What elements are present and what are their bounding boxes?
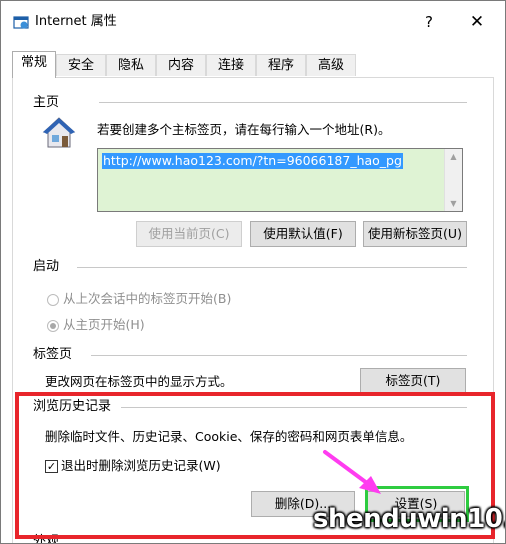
radio-homepage-label: 从主页开始(H) bbox=[63, 317, 145, 332]
tab-general[interactable]: 常规 bbox=[12, 51, 56, 78]
tab-programs[interactable]: 程序 bbox=[256, 54, 306, 76]
tabs-divider bbox=[91, 355, 467, 356]
startup-section-title: 启动 bbox=[33, 259, 60, 274]
tabs-settings-button[interactable]: 标签页(T) bbox=[360, 368, 466, 394]
radio-last-session-label: 从上次会话中的标签页开始(B) bbox=[63, 291, 232, 306]
tabs-description: 更改网页在标签页中的显示方式。 bbox=[45, 374, 233, 389]
homepage-url-textarea[interactable]: http://www.hao123.com/?tn=96066187_hao_p… bbox=[97, 148, 463, 212]
use-new-tab-button[interactable]: 使用新标签页(U) bbox=[363, 221, 467, 247]
tab-connections[interactable]: 连接 bbox=[206, 54, 256, 76]
startup-divider bbox=[77, 267, 467, 268]
homepage-url-value: http://www.hao123.com/?tn=96066187_hao_p… bbox=[102, 153, 403, 169]
homepage-instruction: 若要创建多个主标签页，请在每行输入一个地址(R)。 bbox=[97, 122, 391, 137]
homepage-section-title: 主页 bbox=[33, 95, 60, 110]
close-icon[interactable]: ✕ bbox=[465, 10, 489, 34]
tab-privacy[interactable]: 隐私 bbox=[106, 54, 156, 76]
window-title: Internet 属性 bbox=[35, 14, 117, 29]
tab-security[interactable]: 安全 bbox=[56, 54, 106, 76]
use-current-button[interactable]: 使用当前页(C) bbox=[136, 221, 242, 247]
site-watermark: shenduwin10.com bbox=[313, 504, 505, 534]
tab-advanced[interactable]: 高级 bbox=[306, 54, 356, 76]
tabs-section-title: 标签页 bbox=[33, 347, 73, 362]
help-button[interactable]: ? bbox=[417, 10, 441, 34]
radio-homepage[interactable] bbox=[47, 320, 59, 332]
internet-properties-dialog: Internet 属性 ? ✕ 常规 安全 隐私 内容 连接 程序 高级 主页 … bbox=[0, 0, 506, 544]
radio-last-session[interactable] bbox=[47, 294, 59, 306]
internet-options-icon bbox=[13, 16, 29, 29]
use-default-button[interactable]: 使用默认值(F) bbox=[250, 221, 356, 247]
house-icon bbox=[42, 117, 76, 148]
pointer-arrow-icon bbox=[323, 450, 381, 494]
url-scrollbar[interactable]: ▲ ▼ bbox=[444, 149, 462, 211]
title-bar: Internet 属性 ? ✕ bbox=[1, 1, 505, 39]
homepage-divider bbox=[99, 102, 467, 103]
scroll-down-icon[interactable]: ▼ bbox=[445, 196, 462, 211]
tab-content[interactable]: 内容 bbox=[156, 54, 206, 76]
scroll-up-icon[interactable]: ▲ bbox=[445, 149, 462, 164]
